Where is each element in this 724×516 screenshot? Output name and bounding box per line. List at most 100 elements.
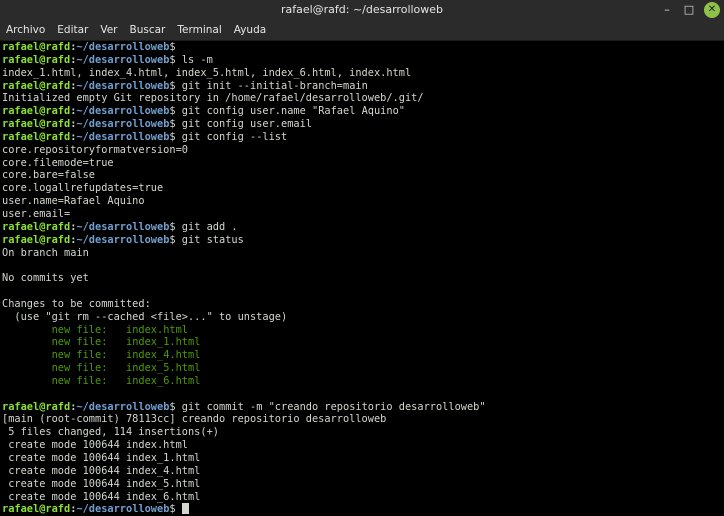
menu-buscar[interactable]: Buscar <box>124 20 172 40</box>
prompt-path: ~/desarrolloweb <box>76 220 170 233</box>
output-line: core.bare=false <box>2 169 718 182</box>
staged-file: new file: index.html <box>2 323 188 336</box>
output-text: create mode 100644 index_4.html <box>2 464 201 477</box>
menu-archivo[interactable]: Archivo <box>0 20 51 40</box>
output-line: core.repositoryformatversion=0 <box>2 144 718 157</box>
command-text: git status <box>175 233 244 246</box>
output-line: core.logallrefupdates=true <box>2 182 718 195</box>
output-text: user.name=Rafael Aquino <box>2 195 145 208</box>
output-line: No commits yet <box>2 272 718 285</box>
output-text: user.email= <box>2 207 71 220</box>
title-bar[interactable]: rafael@rafd: ~/desarrolloweb – □ ✕ <box>0 0 724 20</box>
output-line: new file: index.html <box>2 324 718 337</box>
output-text: Changes to be committed: <box>2 297 151 310</box>
output-line: Changes to be committed: <box>2 298 718 311</box>
output-text: create mode 100644 index_5.html <box>2 477 201 490</box>
prompt-user: rafael@rafd <box>2 400 71 413</box>
prompt-path: ~/desarrolloweb <box>76 53 170 66</box>
output-text: core.bare=false <box>2 169 95 182</box>
prompt-user: rafael@rafd <box>2 41 71 53</box>
command-text: git commit -m "creando repositorio desar… <box>175 400 486 413</box>
prompt-line: rafael@rafd:~/desarrolloweb$ git config … <box>2 118 718 131</box>
output-line: create mode 100644 index.html <box>2 439 718 452</box>
prompt-dollar: $ <box>169 41 176 53</box>
output-line: new file: index_1.html <box>2 336 718 349</box>
prompt-line: rafael@rafd:~/desarrolloweb$ <box>2 41 718 54</box>
menu-terminal[interactable]: Terminal <box>171 20 227 40</box>
window-controls: – □ ✕ <box>656 0 724 20</box>
prompt-user: rafael@rafd <box>2 233 71 246</box>
prompt-path: ~/desarrolloweb <box>76 130 170 143</box>
staged-file: new file: index_6.html <box>2 374 201 387</box>
prompt-path: ~/desarrolloweb <box>76 41 170 53</box>
prompt-line: rafael@rafd:~/desarrolloweb$ git status <box>2 234 718 247</box>
output-text: index_1.html, index_4.html, index_5.html… <box>2 66 412 79</box>
output-line: On branch main <box>2 247 718 260</box>
prompt-user: rafael@rafd <box>2 118 71 131</box>
output-text: core.filemode=true <box>2 156 114 169</box>
prompt-user: rafael@rafd <box>2 53 71 66</box>
output-text: [main (root-commit) 78113cc] creando rep… <box>2 413 387 426</box>
menu-ayuda[interactable]: Ayuda <box>228 20 272 40</box>
prompt-path: ~/desarrolloweb <box>76 400 170 413</box>
command-text: ls -m <box>175 53 213 66</box>
maximize-icon[interactable]: □ <box>678 0 700 20</box>
output-line: [main (root-commit) 78113cc] creando rep… <box>2 413 718 426</box>
command-text: git config --list <box>175 130 288 143</box>
prompt-path: ~/desarrolloweb <box>76 233 170 246</box>
output-line: new file: index_5.html <box>2 362 718 375</box>
prompt-line: rafael@rafd:~/desarrolloweb$ git config … <box>2 105 718 118</box>
menu-ver[interactable]: Ver <box>94 20 123 40</box>
command-text: git config user.name "Rafael Aquino" <box>175 105 405 118</box>
terminal-output[interactable]: rafael@rafd:~/desarrolloweb$ rafael@rafd:… <box>2 41 718 514</box>
staged-file: new file: index_5.html <box>2 362 201 375</box>
command-text: git config user.email <box>175 118 312 131</box>
output-text: 5 files changed, 114 insertions(+) <box>2 426 219 439</box>
close-icon[interactable]: ✕ <box>704 2 720 18</box>
output-line: new file: index_6.html <box>2 375 718 388</box>
prompt-line: rafael@rafd:~/desarrolloweb$ git add . <box>2 221 718 234</box>
output-line: 5 files changed, 114 insertions(+) <box>2 426 718 439</box>
output-line: index_1.html, index_4.html, index_5.html… <box>2 67 718 80</box>
output-text: Initialized empty Git repository in /hom… <box>2 92 424 105</box>
command-text: git init --initial-branch=main <box>175 79 368 92</box>
output-text: core.logallrefupdates=true <box>2 182 164 195</box>
output-text: (use "git rm --cached <file>..." to unst… <box>2 310 288 323</box>
output-text: create mode 100644 index.html <box>2 439 188 452</box>
menu-editar[interactable]: Editar <box>51 20 94 40</box>
menu-bar: Archivo Editar Ver Buscar Terminal Ayuda <box>0 20 724 41</box>
minimize-icon[interactable]: – <box>656 0 678 20</box>
staged-file: new file: index_4.html <box>2 349 201 362</box>
window-title: rafael@rafd: ~/desarrolloweb <box>280 3 444 16</box>
prompt-user: rafael@rafd <box>2 79 71 92</box>
output-line: create mode 100644 index_1.html <box>2 452 718 465</box>
output-line: user.name=Rafael Aquino <box>2 195 718 208</box>
command-text: git add . <box>175 220 238 233</box>
prompt-path: ~/desarrolloweb <box>76 105 170 118</box>
output-text: create mode 100644 index_1.html <box>2 452 201 464</box>
output-line: new file: index_4.html <box>2 349 718 362</box>
output-line: create mode 100644 index_4.html <box>2 465 718 478</box>
output-line: create mode 100644 index_5.html <box>2 478 718 491</box>
prompt-path: ~/desarrolloweb <box>76 503 170 514</box>
terminal-window: rafael@rafd: ~/desarrolloweb – □ ✕ Archi… <box>0 0 724 516</box>
staged-file: new file: index_1.html <box>2 336 201 349</box>
output-line: user.email= <box>2 208 718 221</box>
scrollbar[interactable] <box>720 41 724 516</box>
output-text: core.repositoryformatversion=0 <box>2 143 188 156</box>
prompt-line: rafael@rafd:~/desarrolloweb$ ls -m <box>2 54 718 67</box>
output-line: create mode 100644 index_6.html <box>2 491 718 504</box>
prompt-path: ~/desarrolloweb <box>76 79 170 92</box>
prompt-user: rafael@rafd <box>2 105 71 118</box>
prompt-line: rafael@rafd:~/desarrolloweb$ git config … <box>2 131 718 144</box>
output-text: create mode 100644 index_6.html <box>2 490 201 503</box>
output-line: (use "git rm --cached <file>..." to unst… <box>2 311 718 324</box>
output-line: core.filemode=true <box>2 157 718 170</box>
output-line: Initialized empty Git repository in /hom… <box>2 92 718 105</box>
prompt-line: rafael@rafd:~/desarrolloweb$ git init --… <box>2 80 718 93</box>
prompt-path: ~/desarrolloweb <box>76 118 170 131</box>
text-cursor <box>181 503 189 514</box>
